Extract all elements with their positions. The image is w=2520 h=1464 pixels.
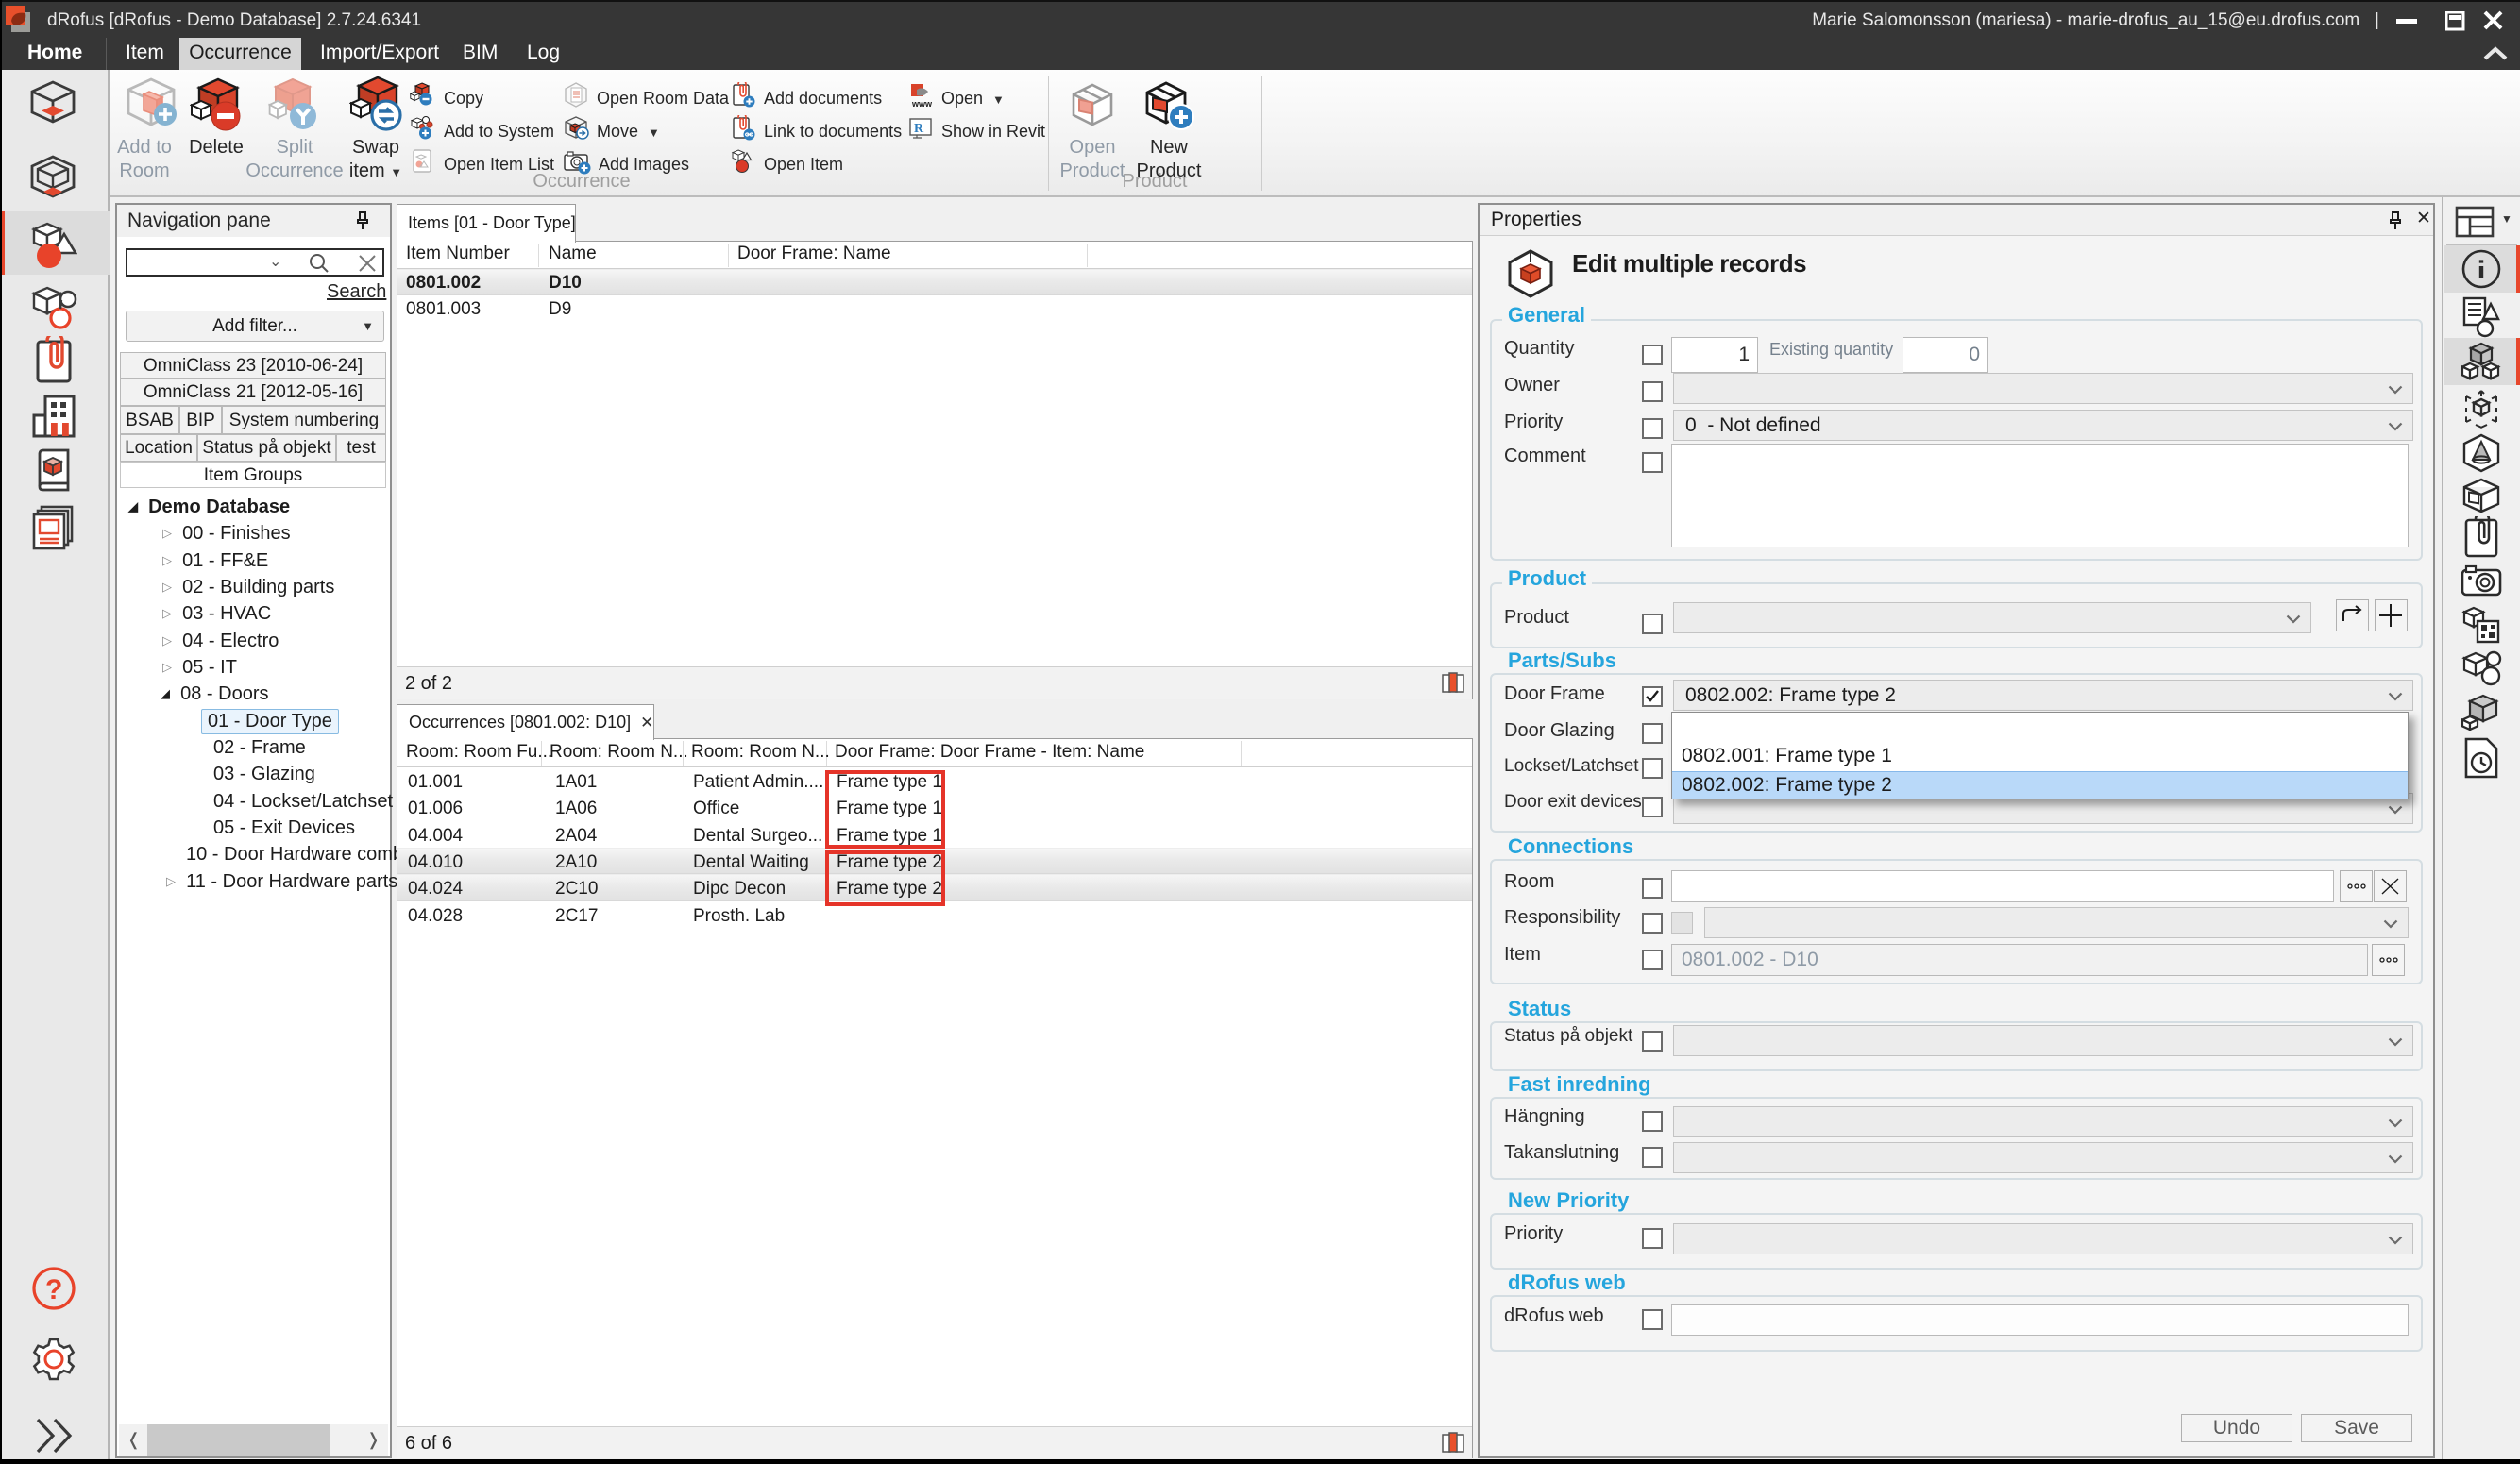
svg-text:?: ?	[45, 1274, 62, 1305]
svg-text:R: R	[914, 122, 924, 136]
svg-text:www: www	[911, 99, 933, 109]
